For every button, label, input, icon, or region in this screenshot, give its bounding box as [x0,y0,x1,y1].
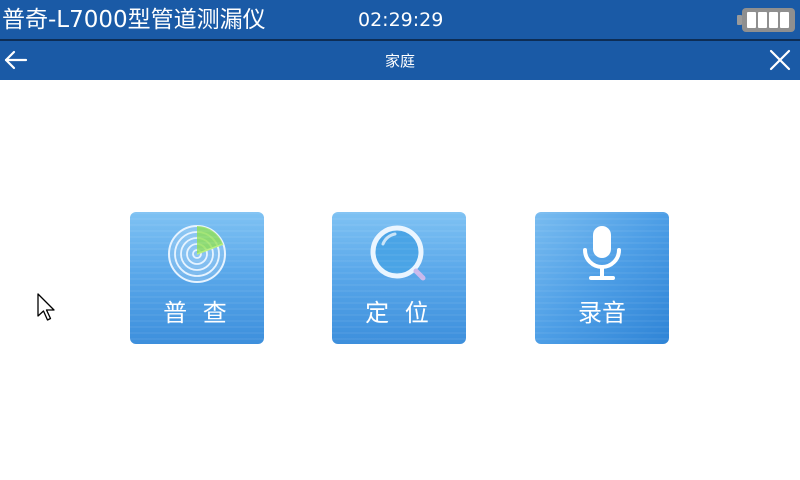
device-title: 普奇-L7000型管道测漏仪 [2,7,266,33]
microphone-icon [572,224,632,284]
close-button[interactable] [766,46,794,74]
mouse-cursor-icon [37,293,57,323]
clock: 02:29:29 [358,9,444,31]
nav-title: 家庭 [384,52,415,70]
survey-label: 普 查 [163,299,231,327]
status-bar: 普奇-L7000型管道测漏仪 02:29:29 [0,0,800,39]
radar-icon [167,224,227,284]
battery-full-icon [737,8,795,32]
record-label: 录音 [578,299,626,327]
survey-tile[interactable]: 普 查 [130,212,264,344]
locate-tile[interactable]: 定 位 [332,212,466,344]
locate-label: 定 位 [365,299,433,327]
record-tile[interactable]: 录音 [535,212,669,344]
screen: 普奇-L7000型管道测漏仪 02:29:29 家庭 普 查 定 位 录音 [0,0,800,480]
close-icon [769,49,791,71]
magnifier-icon [369,224,429,284]
nav-bar: 家庭 [0,41,800,80]
